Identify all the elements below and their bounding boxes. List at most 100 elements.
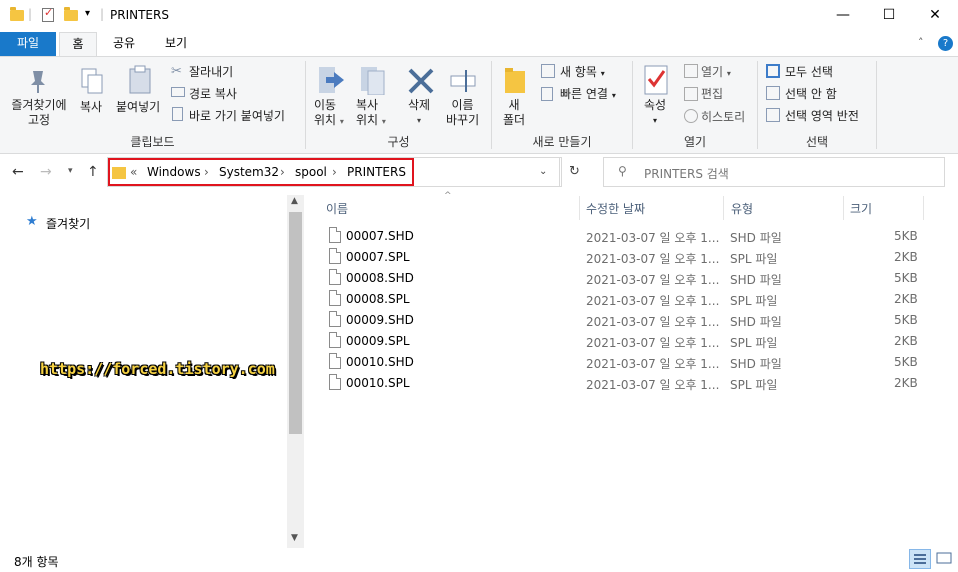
column-divider[interactable] [579,196,580,220]
copy-path-button[interactable]: 경로 복사 [189,85,237,102]
properties-icon[interactable]: ✓ [42,6,54,22]
file-row[interactable]: 00008.SHD 2021-03-07 일 오후 1... SHD 파일 5KB [320,268,920,289]
file-row[interactable]: 00010.SPL 2021-03-07 일 오후 1... SPL 파일 2KB [320,373,920,394]
file-row[interactable]: 00010.SHD 2021-03-07 일 오후 1... SHD 파일 5KB [320,352,920,373]
qa-dropdown-icon[interactable]: ▾ [85,8,90,19]
rename-button[interactable]: 이름 바꾸기 [446,98,479,128]
search-placeholder: PRINTERS 검색 [644,167,729,181]
paste-button[interactable]: 붙여넣기 [116,98,160,115]
file-row[interactable]: 00009.SHD 2021-03-07 일 오후 1... SHD 파일 5KB [320,310,920,331]
file-date: 2021-03-07 일 오후 1... [586,252,720,266]
pin-quick-access-button[interactable]: 즐겨찾기에 고정 [9,98,69,128]
file-row[interactable]: 00008.SPL 2021-03-07 일 오후 1... SPL 파일 2KB [320,289,920,310]
divider [559,158,560,186]
pin-icon [25,67,51,95]
file-name[interactable]: 00009.SPL [346,334,410,348]
group-select-label: 선택 [805,135,829,149]
new-folder-button[interactable]: 새 폴더 [503,98,525,128]
chevron-down-icon: ▾ [726,69,731,78]
file-name[interactable]: 00008.SPL [346,292,410,306]
open-button[interactable]: 열기 ▾ [701,63,731,80]
column-size[interactable]: 크기 [850,200,872,217]
back-arrow-icon[interactable]: ← [12,164,24,180]
ribbon: 즐겨찾기에 고정 복사 붙여넣기 ✂ 잘라내기 경로 복사 바로 가기 붙여넣기… [0,56,958,154]
column-name[interactable]: 이름 [326,200,348,217]
edit-button[interactable]: 편집 [701,85,723,102]
scrollbar-thumb[interactable] [289,212,302,434]
rename-label: 이름 [451,98,474,112]
copy-to-label: 복사 [356,98,379,112]
file-row[interactable]: 00007.SHD 2021-03-07 일 오후 1... SHD 파일 5KB [320,226,920,247]
file-name[interactable]: 00008.SHD [346,271,414,285]
column-type[interactable]: 유형 [731,200,753,217]
copy-to-label-2: 위치 [356,113,379,127]
file-type: SPL 파일 [730,336,778,350]
file-date: 2021-03-07 일 오후 1... [586,273,720,287]
open-label: 열기 [701,65,724,79]
paste-shortcut-icon [172,107,183,121]
file-type: SHD 파일 [730,315,782,329]
group-new-label: 새로 만들기 [532,135,592,149]
file-row[interactable]: 00009.SPL 2021-03-07 일 오후 1... SPL 파일 2KB [320,331,920,352]
file-name[interactable]: 00007.SHD [346,229,414,243]
up-arrow-icon[interactable]: ↑ [87,164,99,180]
file-icon [329,353,341,369]
scroll-up-icon[interactable]: ▲ [291,196,298,206]
copy-button[interactable]: 복사 [80,98,102,115]
file-name[interactable]: 00009.SHD [346,313,414,327]
history-button[interactable]: 히스토리 [701,108,745,125]
select-none-icon [766,86,780,100]
tab-file[interactable]: 파일 [0,32,56,56]
invert-selection-button[interactable]: 선택 영역 반전 [785,107,859,124]
file-icon [329,248,341,264]
file-name[interactable]: 00010.SHD [346,355,414,369]
column-divider[interactable] [843,196,844,220]
file-type: SHD 파일 [730,273,782,287]
title-bar: | ✓ ▾ | PRINTERS — ☐ ✕ [0,0,958,32]
file-row[interactable]: 00007.SPL 2021-03-07 일 오후 1... SPL 파일 2KB [320,247,920,268]
move-to-button[interactable]: 이동 위치 ▾ [314,98,344,129]
column-date[interactable]: 수정한 날짜 [586,200,645,217]
close-button[interactable]: ✕ [912,0,958,32]
nav-quick-access[interactable]: 즐겨찾기 [46,215,90,232]
file-date: 2021-03-07 일 오후 1... [586,336,720,350]
recent-locations-icon[interactable]: ▾ [68,166,73,176]
new-item-icon [541,64,555,78]
file-icon [329,227,341,243]
details-view-icon[interactable] [909,549,931,569]
pin-label-2: 고정 [27,113,51,127]
new-item-button[interactable]: 새 항목 ▾ [560,63,605,80]
scroll-down-icon[interactable]: ▼ [291,533,298,543]
delete-button[interactable]: 삭제 ▾ [408,98,430,128]
file-icon [329,269,341,285]
copy-to-button[interactable]: 복사 위치 ▾ [356,98,386,129]
easy-access-button[interactable]: 빠른 연결 ▾ [560,85,616,102]
file-size: 5KB [894,271,918,285]
tab-view[interactable]: 보기 [157,32,195,56]
paste-shortcut-button[interactable]: 바로 가기 붙여넣기 [189,107,285,124]
address-dropdown-icon[interactable]: ⌄ [539,166,547,177]
select-all-button[interactable]: 모두 선택 [785,63,833,80]
new-folder-icon[interactable] [64,7,78,23]
tab-share[interactable]: 공유 [105,32,143,56]
file-name[interactable]: 00010.SPL [346,376,410,390]
large-icons-view-icon[interactable] [933,549,955,569]
help-icon[interactable]: ? [938,36,953,51]
search-box[interactable]: ⚲ PRINTERS 검색 [603,157,945,187]
refresh-icon[interactable]: ↻ [569,164,580,179]
file-size: 2KB [894,292,918,306]
select-none-button[interactable]: 선택 안 함 [785,85,837,102]
file-size: 2KB [894,376,918,390]
tab-home[interactable]: 홈 [59,32,97,56]
cut-button[interactable]: 잘라내기 [189,63,233,80]
minimize-button[interactable]: — [820,0,866,32]
maximize-button[interactable]: ☐ [866,0,912,32]
column-divider[interactable] [923,196,924,220]
forward-arrow-icon[interactable]: → [40,164,52,180]
file-name[interactable]: 00007.SPL [346,250,410,264]
file-icon [329,290,341,306]
column-divider[interactable] [723,196,724,220]
qa-separator: | [28,7,33,21]
collapse-ribbon-icon[interactable]: ˄ [918,36,924,49]
properties-button[interactable]: 속성 ▾ [644,98,666,128]
